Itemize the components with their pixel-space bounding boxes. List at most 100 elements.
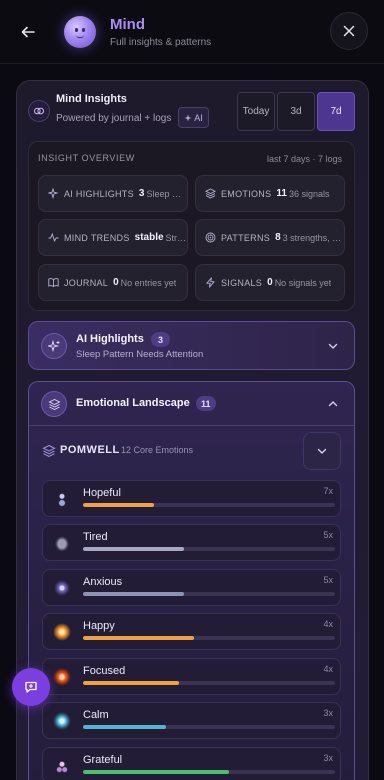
overview-label: INSIGHT OVERVIEW bbox=[38, 153, 135, 163]
chip-detail: Sleep Pattern Needs Attention bbox=[146, 188, 187, 199]
arrow-left-icon bbox=[21, 26, 35, 38]
close-button[interactable] bbox=[330, 12, 368, 50]
hopeful-icon bbox=[53, 490, 71, 508]
emotion-bar-fill bbox=[83, 592, 184, 596]
divider bbox=[29, 425, 354, 426]
chip-value: 11 bbox=[276, 188, 287, 199]
insights-subtitle: Powered by journal + logs bbox=[56, 113, 172, 124]
ai-highlights-section[interactable] bbox=[28, 321, 355, 370]
emotion-bar-fill bbox=[83, 636, 194, 640]
emotion-name: Focused bbox=[83, 665, 126, 677]
overview-meta: last 7 days · 7 logs bbox=[267, 154, 343, 164]
emotional-landscape-title[interactable]: Emotional Landscape bbox=[76, 397, 190, 409]
insights-title: Mind Insights bbox=[56, 93, 127, 105]
emotion-count: 4x bbox=[323, 619, 333, 629]
ai-highlights-count: 3 bbox=[151, 332, 170, 347]
chip-value: stable bbox=[134, 232, 164, 243]
chip-value: 3 bbox=[138, 188, 145, 199]
emotion-bar-fill bbox=[83, 770, 230, 774]
emotion-count: 3x bbox=[323, 753, 333, 763]
layers-icon bbox=[41, 391, 67, 417]
emotion-row-grateful[interactable]: Grateful 3x bbox=[42, 747, 341, 780]
emotion-bar bbox=[83, 681, 335, 685]
chip-label: PATTERNS bbox=[221, 232, 271, 243]
chip-ai-highlights[interactable]: AI HIGHLIGHTS 3 Sleep Pattern Needs Atte… bbox=[38, 175, 188, 212]
calm-icon bbox=[53, 712, 71, 730]
focused-icon bbox=[53, 668, 71, 686]
emotion-count: 5x bbox=[323, 530, 333, 540]
emotion-bar bbox=[83, 770, 335, 774]
emotion-row-focused[interactable]: Focused 4x bbox=[42, 658, 341, 695]
ai-tag-label: AI bbox=[194, 112, 203, 123]
chip-emotions[interactable]: EMOTIONS 11 36 signals bbox=[195, 175, 345, 212]
emotion-name: Anxious bbox=[83, 576, 123, 588]
sparkles-icon bbox=[184, 114, 192, 121]
emotion-group-subtitle: 12 Core Emotions bbox=[121, 445, 194, 455]
emotion-row-anxious[interactable]: Anxious 5x bbox=[42, 569, 341, 606]
chip-mind-trends[interactable]: MIND TRENDS stable Stress levels bbox=[38, 219, 188, 256]
sparkles-icon bbox=[47, 188, 59, 200]
grateful-icon bbox=[53, 757, 71, 775]
emotion-bar-fill bbox=[83, 503, 154, 507]
chip-value: 0 bbox=[113, 277, 119, 288]
chevron-down-icon[interactable] bbox=[326, 339, 340, 353]
emotion-group-toggle[interactable] bbox=[303, 432, 341, 470]
back-button[interactable] bbox=[14, 18, 42, 46]
app-header: Mind Full insights & patterns bbox=[0, 0, 384, 64]
emotion-bar-fill bbox=[83, 725, 167, 729]
chip-label: MIND TRENDS bbox=[64, 232, 130, 243]
emotion-bar-fill bbox=[83, 547, 184, 551]
chip-detail: No entries yet bbox=[120, 277, 177, 288]
chip-journal[interactable]: JOURNAL 0 No entries yet bbox=[38, 264, 188, 301]
range-3d-button[interactable]: 3d bbox=[277, 92, 315, 131]
emotional-landscape-count: 11 bbox=[196, 396, 216, 411]
emotion-name: Calm bbox=[83, 709, 109, 721]
emotion-bar bbox=[83, 503, 335, 507]
chip-detail: No signals yet bbox=[274, 277, 332, 288]
emotion-row-tired[interactable]: Tired 5x bbox=[42, 524, 341, 561]
emotion-count: 3x bbox=[323, 708, 333, 718]
book-icon bbox=[47, 277, 59, 289]
chip-label: AI HIGHLIGHTS bbox=[64, 188, 134, 199]
chip-detail: 36 signals bbox=[288, 188, 330, 199]
range-7d-button[interactable]: 7d bbox=[317, 92, 355, 131]
chip-detail: Stress levels bbox=[165, 232, 187, 243]
chat-icon bbox=[25, 681, 37, 693]
mind-avatar bbox=[64, 16, 96, 48]
chevron-down-icon bbox=[317, 448, 327, 454]
chip-label: SIGNALS bbox=[221, 277, 263, 288]
emotion-row-calm[interactable]: Calm 3x bbox=[42, 702, 341, 739]
emotion-bar bbox=[83, 547, 335, 551]
anxious-icon bbox=[53, 579, 71, 597]
chip-label: JOURNAL bbox=[64, 277, 109, 288]
range-today-button[interactable]: Today bbox=[237, 92, 275, 131]
emotion-row-hopeful[interactable]: Hopeful 7x bbox=[42, 480, 341, 517]
layers-icon bbox=[42, 444, 56, 458]
emotion-name: Happy bbox=[83, 620, 115, 632]
emotion-count: 5x bbox=[323, 575, 333, 585]
emotion-row-happy[interactable]: Happy 4x bbox=[42, 613, 341, 650]
emotion-name: Hopeful bbox=[83, 487, 121, 499]
close-icon bbox=[343, 25, 355, 37]
ai-highlights-title: AI Highlights bbox=[76, 333, 144, 345]
layers-icon bbox=[204, 188, 216, 200]
chip-value: 0 bbox=[267, 277, 273, 288]
emotion-name: Tired bbox=[83, 531, 108, 543]
emotion-bar bbox=[83, 636, 335, 640]
emotion-count: 7x bbox=[323, 486, 333, 496]
page-subtitle: Full insights & patterns bbox=[110, 37, 212, 48]
sparkles-icon bbox=[41, 333, 67, 359]
emotion-count: 4x bbox=[323, 664, 333, 674]
emotion-bar bbox=[83, 592, 335, 596]
chip-signals[interactable]: SIGNALS 0 No signals yet bbox=[195, 264, 345, 301]
emotion-bar-fill bbox=[83, 681, 179, 685]
chat-fab-button[interactable] bbox=[12, 668, 50, 706]
brain-icon bbox=[28, 100, 50, 122]
emotion-group-title: POMWELL bbox=[60, 444, 120, 456]
chip-label: EMOTIONS bbox=[221, 188, 272, 199]
happy-icon bbox=[53, 623, 71, 641]
chip-patterns[interactable]: PATTERNS 8 3 strengths, 5 areas bbox=[195, 219, 345, 256]
zap-icon bbox=[204, 277, 216, 289]
emotion-bar bbox=[83, 725, 335, 729]
chevron-up-icon[interactable] bbox=[326, 397, 340, 411]
